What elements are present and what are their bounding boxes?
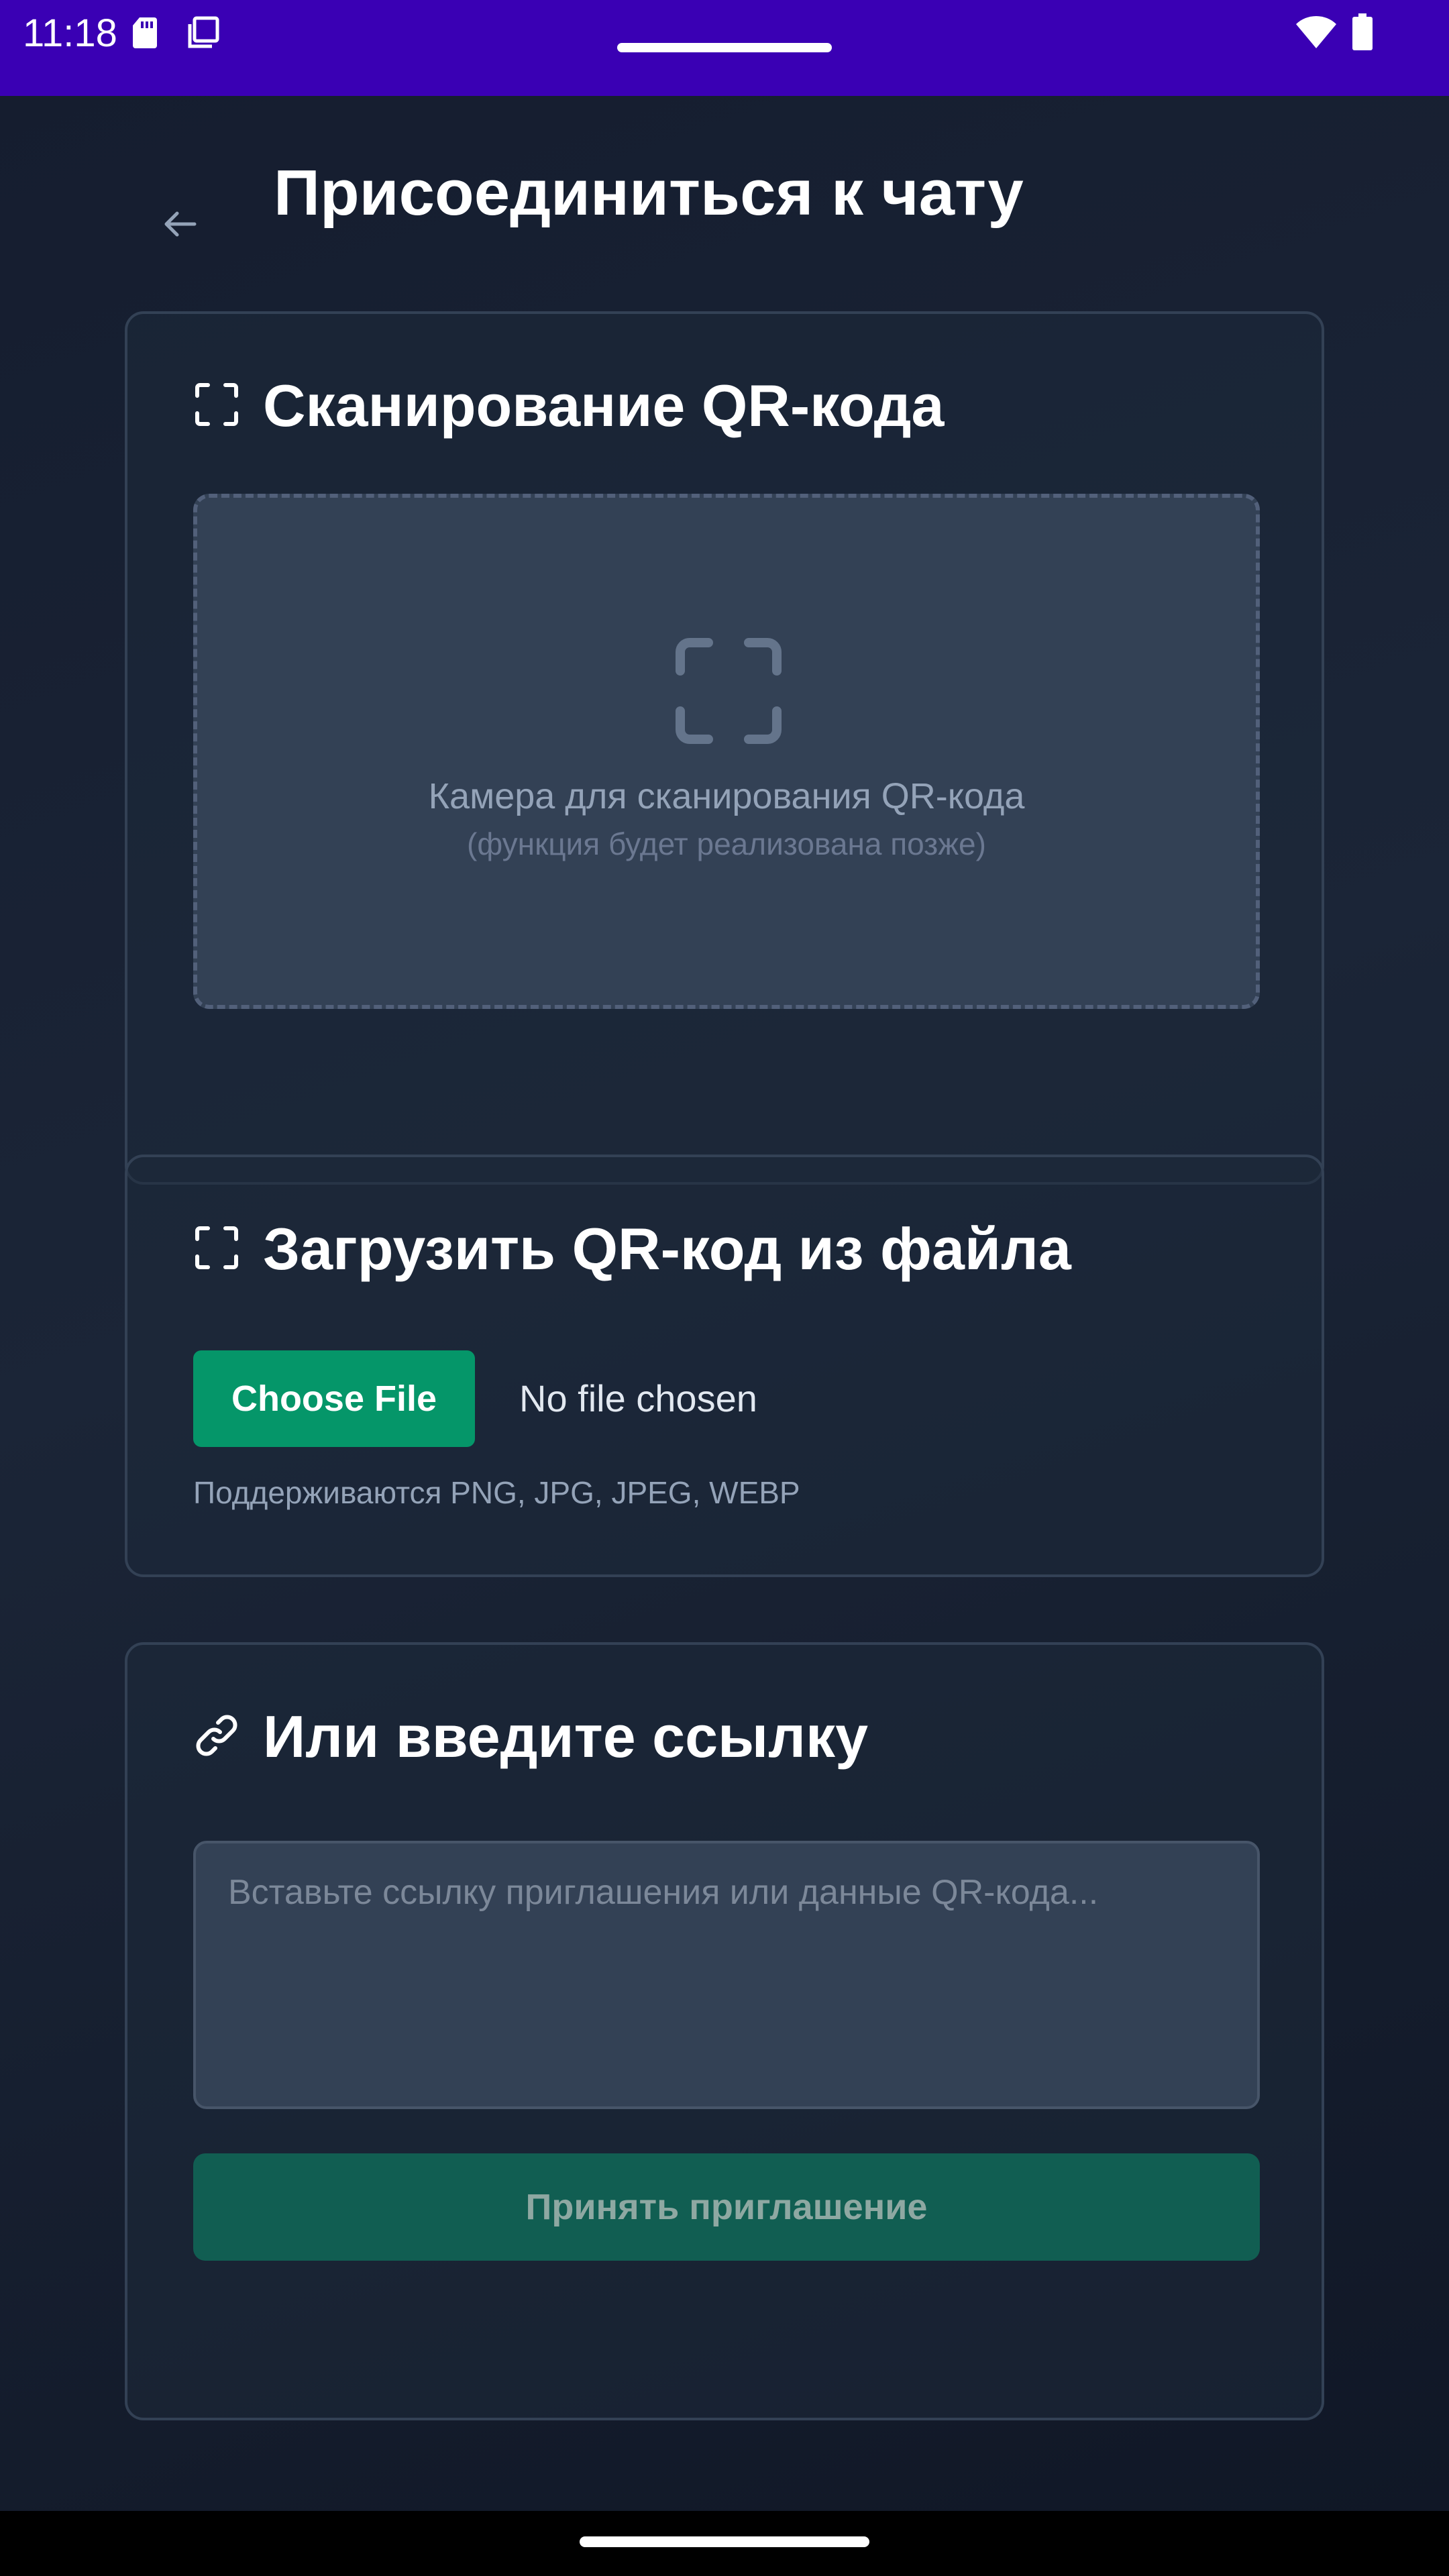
camera-text: Камера для сканирования QR-кода [428,776,1025,816]
status-bar: 11:18 [0,0,1449,96]
page-title: Присоединиться к чату [274,157,1024,229]
status-pill [617,43,832,52]
qr-scan-title: Сканирование QR-кода [263,372,945,439]
qr-upload-title: Загрузить QR-код из файла [263,1216,1071,1282]
camera-note: (функция будет реализована позже) [467,826,986,861]
sd-card-icon [131,16,158,53]
qr-upload-card: Загрузить QR-код из файла Choose File No… [125,1155,1324,1577]
battery-icon [1351,13,1374,54]
arrow-left-icon [161,205,199,246]
link-card: Или введите ссылку Принять приглашение [125,1642,1324,2420]
status-time: 11:18 [23,11,117,55]
app-screen: Присоединиться к чату Сканирование QR-ко… [0,96,1449,2511]
scan-frame-icon [193,1224,240,1275]
choose-file-button[interactable]: Choose File [193,1350,475,1447]
camera-placeholder[interactable]: Камера для сканирования QR-кода (функция… [193,494,1260,1009]
link-header: Или введите ссылку [193,1700,868,1774]
back-button[interactable] [148,193,212,258]
scan-frame-icon [193,381,240,431]
link-icon [193,1712,240,1762]
qr-scan-card: Сканирование QR-кода Камера для сканиров… [125,311,1324,1185]
scan-frame-icon [674,636,784,749]
file-status: No file chosen [519,1377,757,1419]
invite-link-input[interactable] [193,1841,1260,2109]
accept-invite-button[interactable]: Принять приглашение [193,2153,1260,2261]
qr-upload-header: Загрузить QR-код из файла [193,1212,1071,1286]
screenshot-icon [186,16,220,53]
qr-scan-header: Сканирование QR-кода [193,369,944,443]
wifi-icon [1295,15,1338,53]
home-indicator[interactable] [580,2536,869,2547]
link-title: Или введите ссылку [263,1703,869,1770]
formats-hint: Поддерживаются PNG, JPG, JPEG, WEBP [193,1475,800,1510]
